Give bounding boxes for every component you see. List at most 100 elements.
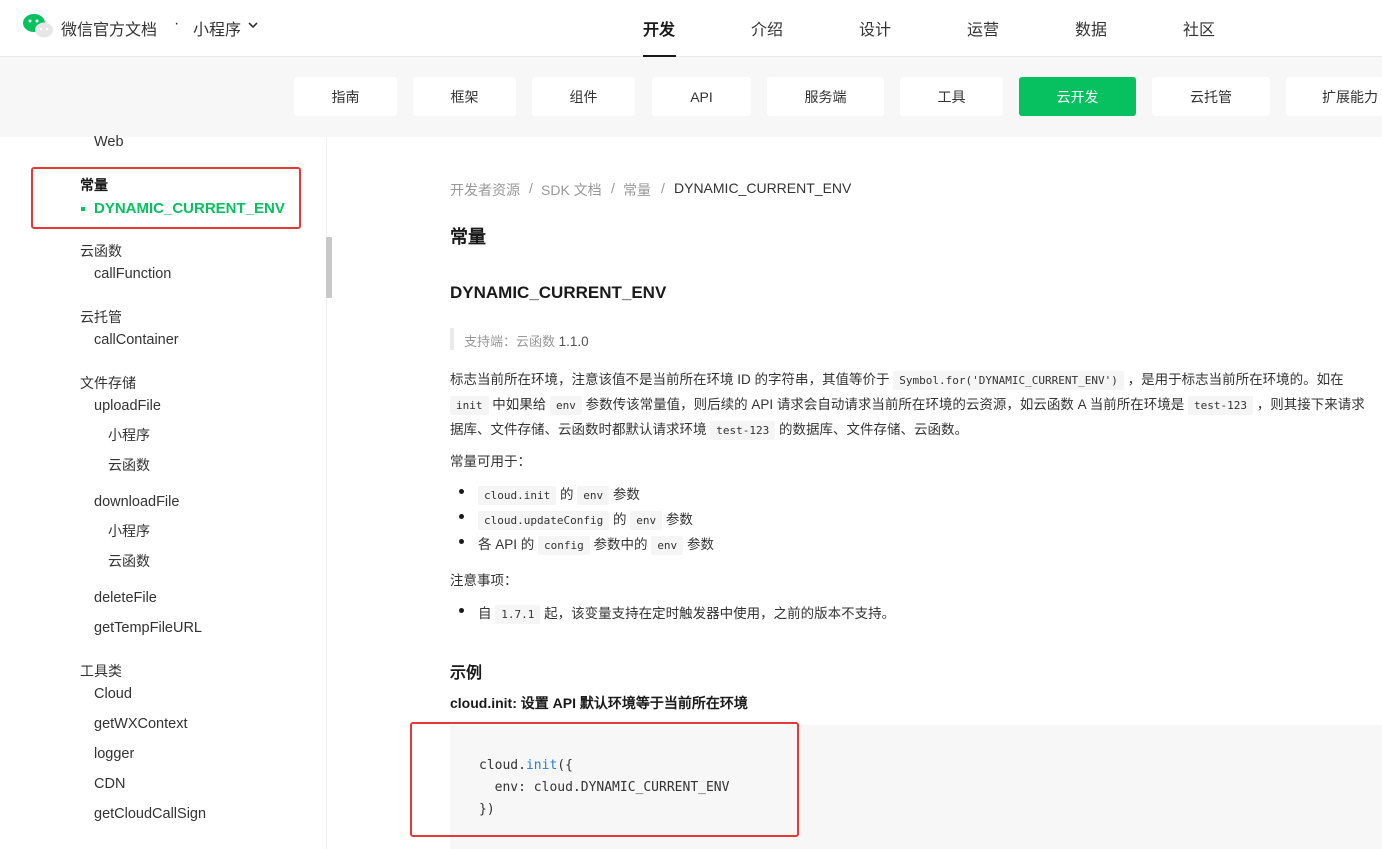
sidebar-item-getwxcontext[interactable]: getWXContext — [94, 716, 188, 732]
inline-code: env — [577, 486, 610, 505]
product-switcher[interactable]: 小程序 — [193, 16, 241, 40]
text: ，是用于标志当前所在环境的。如在 — [1127, 372, 1344, 387]
text: 参数 — [612, 487, 640, 502]
example-heading: 示例 — [450, 665, 483, 682]
inline-code: env — [630, 511, 663, 530]
text: 起，该变量支持在定时触发器中使用，之前的版本不支持。 — [544, 606, 896, 621]
breadcrumb-item[interactable]: SDK 文档 — [541, 180, 602, 200]
tab-api[interactable]: API — [652, 77, 751, 116]
text: ，则其接下来请求 — [1256, 397, 1365, 412]
breadcrumb-separator: / — [661, 180, 665, 196]
bullet-dot — [459, 514, 464, 519]
inline-code: test-123 — [710, 421, 776, 440]
text: 自 — [478, 606, 492, 621]
inline-code: 1.7.1 — [495, 605, 541, 624]
sidebar-group-cloud-function[interactable]: 云函数 — [80, 241, 122, 261]
sidebar-item-uploadfile-miniprogram[interactable]: 小程序 — [108, 425, 150, 445]
nav-community[interactable]: 社区 — [1183, 16, 1215, 40]
support-label: 支持端：云函数 — [464, 334, 556, 349]
inline-code: cloud.init — [478, 486, 557, 505]
sidebar-item-downloadfile[interactable]: downloadFile — [94, 494, 179, 510]
nav-develop[interactable]: 开发 — [643, 16, 675, 40]
tab-components[interactable]: 组件 — [532, 77, 635, 116]
top-header: 微信官方文档 · 小程序 开发 介绍 设计 运营 数据 社区 — [0, 0, 1382, 57]
sidebar-group-tools[interactable]: 工具类 — [80, 661, 122, 681]
nav-data[interactable]: 数据 — [1075, 16, 1107, 40]
sidebar-item-downloadfile-miniprogram[interactable]: 小程序 — [108, 521, 150, 541]
nav-intro[interactable]: 介绍 — [751, 16, 783, 40]
sidebar-item-getcloudcallsign[interactable]: getCloudCallSign — [94, 806, 206, 822]
text: 据库、文件存储、云函数时都默认请求环境 — [450, 422, 707, 437]
breadcrumb-current: DYNAMIC_CURRENT_ENV — [674, 180, 852, 196]
sidebar-item-callcontainer[interactable]: callContainer — [94, 332, 179, 348]
sidebar: Web 常量 DYNAMIC_CURRENT_ENV 云函数 callFunct… — [0, 134, 326, 849]
tab-cloud-dev[interactable]: 云开发 — [1019, 77, 1136, 116]
bullet-dot — [459, 608, 464, 613]
description-line-1: 标志当前所在环境，注意该值不是当前所在环境 ID 的字符串，其值等价于 Symb… — [450, 368, 1344, 390]
list-item: 各 API 的 config 参数中的 env 参数 — [478, 533, 714, 555]
brand-title[interactable]: 微信官方文档 — [61, 16, 157, 40]
sidebar-item-downloadfile-cloudfunction[interactable]: 云函数 — [108, 551, 150, 571]
support-note: 支持端：云函数 1.1.0 — [464, 331, 589, 350]
wechat-logo-icon[interactable] — [22, 12, 54, 40]
text: 参数 — [665, 512, 693, 527]
sidebar-group-cloud-hosting[interactable]: 云托管 — [80, 307, 122, 327]
support-quote-bar — [450, 328, 454, 350]
sidebar-item-uploadfile-cloudfunction[interactable]: 云函数 — [108, 455, 150, 475]
tab-server[interactable]: 服务端 — [767, 77, 884, 116]
tab-guide[interactable]: 指南 — [294, 77, 397, 116]
example-subheading: cloud.init: 设置 API 默认环境等于当前所在环境 — [450, 695, 748, 711]
inline-code: env — [651, 536, 684, 555]
sidebar-group-file-storage[interactable]: 文件存储 — [80, 373, 136, 393]
breadcrumb-separator: / — [611, 180, 615, 196]
nav-design[interactable]: 设计 — [859, 16, 891, 40]
text: 参数中的 — [593, 537, 648, 552]
text: 的 — [560, 487, 574, 502]
sidebar-item-web[interactable]: Web — [94, 134, 124, 150]
page-title: 常量 — [450, 227, 486, 247]
usable-label: 常量可用于： — [450, 454, 531, 469]
tab-tools[interactable]: 工具 — [900, 77, 1003, 116]
nav-operation[interactable]: 运营 — [967, 16, 999, 40]
text: 标志当前所在环境，注意该值不是当前所在环境 ID 的字符串，其值等价于 — [450, 372, 890, 387]
brand-separator: · — [174, 15, 180, 32]
text: 参数传该常量值，则后续的 API 请求会自动请求当前所在环境的云资源，如云函数 … — [585, 397, 1185, 412]
list-item: cloud.updateConfig 的 env 参数 — [478, 508, 693, 530]
tab-framework[interactable]: 框架 — [413, 77, 516, 116]
sidebar-item-cloud[interactable]: Cloud — [94, 686, 132, 702]
sidebar-item-uploadfile[interactable]: uploadFile — [94, 398, 161, 414]
section-title: DYNAMIC_CURRENT_ENV — [450, 283, 667, 302]
description-line-3: 据库、文件存储、云函数时都默认请求环境 test-123 的数据库、文件存储、云… — [450, 418, 969, 440]
tab-extensions[interactable]: 扩展能力 — [1286, 77, 1382, 116]
sub-navigation: 指南 框架 组件 API 服务端 工具 云开发 云托管 扩展能力 — [0, 57, 1382, 137]
breadcrumb-separator: / — [529, 180, 533, 196]
notes-label: 注意事项： — [450, 573, 518, 588]
inline-code: Symbol.for('DYNAMIC_CURRENT_ENV') — [893, 371, 1124, 390]
sidebar-item-deletefile[interactable]: deleteFile — [94, 590, 157, 606]
inline-code: env — [550, 396, 582, 415]
text: 的 — [612, 512, 627, 527]
list-item: 自 1.7.1 起，该变量支持在定时触发器中使用，之前的版本不支持。 — [478, 602, 896, 624]
breadcrumb-item[interactable]: 开发者资源 — [450, 180, 520, 200]
support-version: 1.1.0 — [558, 334, 589, 349]
text: 的数据库、文件存储、云函数。 — [779, 422, 969, 437]
text: 参数 — [686, 537, 714, 552]
tab-cloud-hosting[interactable]: 云托管 — [1152, 77, 1270, 116]
sidebar-item-cdn[interactable]: CDN — [94, 776, 125, 792]
breadcrumb-item[interactable]: 常量 — [623, 180, 651, 200]
list-item: cloud.init 的 env 参数 — [478, 483, 640, 505]
highlight-box-sidebar — [31, 167, 301, 229]
inline-code: init — [450, 396, 489, 415]
text: 各 API 的 — [478, 537, 535, 552]
sidebar-item-logger[interactable]: logger — [94, 746, 134, 762]
description-line-2: init 中如果给 env 参数传该常量值，则后续的 API 请求会自动请求当前… — [450, 393, 1365, 415]
bullet-dot — [459, 539, 464, 544]
sidebar-item-callfunction[interactable]: callFunction — [94, 266, 171, 282]
bullet-dot — [459, 489, 464, 494]
text: 中如果给 — [492, 397, 547, 412]
inline-code: config — [538, 536, 590, 555]
chevron-down-icon[interactable] — [246, 18, 260, 32]
inline-code: cloud.updateConfig — [478, 511, 610, 530]
sidebar-item-gettempfileurl[interactable]: getTempFileURL — [94, 620, 202, 636]
highlight-box-code — [410, 722, 799, 837]
